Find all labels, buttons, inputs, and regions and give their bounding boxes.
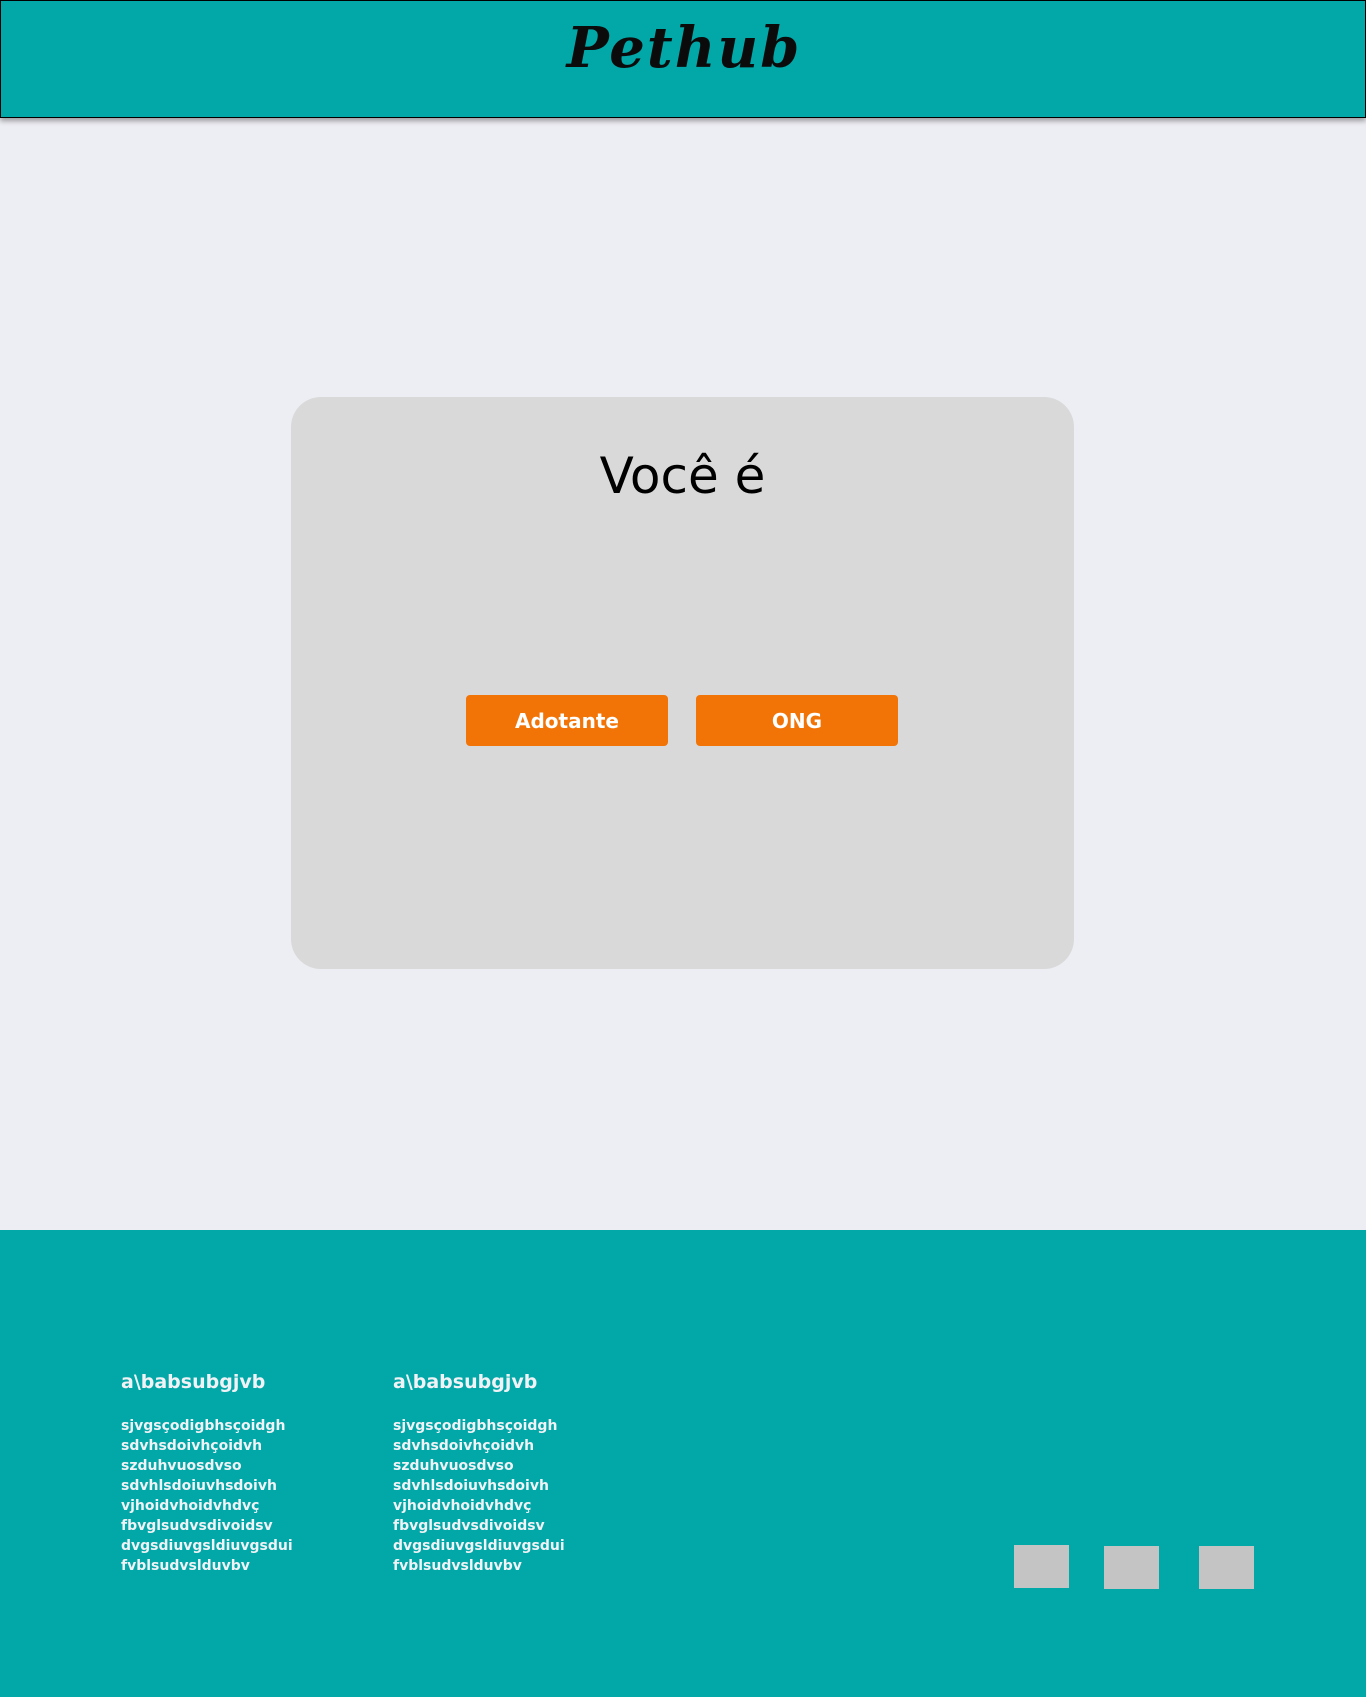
adotante-button[interactable]: Adotante	[466, 695, 668, 746]
footer-column-1: a\babsubgjvb sjvgsçodigbhsçoidgh sdvhsdo…	[121, 1370, 293, 1576]
footer-link[interactable]: sjvgsçodigbhsçoidgh	[121, 1416, 293, 1436]
user-type-card: Você é Adotante ONG	[291, 397, 1074, 969]
footer-link[interactable]: fbvglsudvsdivoidsv	[393, 1516, 565, 1536]
site-footer: a\babsubgjvb sjvgsçodigbhsçoidgh sdvhsdo…	[0, 1230, 1366, 1697]
footer-link[interactable]: sdvhsdoivhçoidvh	[393, 1436, 565, 1456]
footer-heading: a\babsubgjvb	[121, 1371, 266, 1393]
page: Pethub Você é Adotante ONG a\babsubgjvb …	[0, 0, 1366, 1697]
footer-link[interactable]: vjhoidvhoidvhdvç	[393, 1496, 565, 1516]
footer-link[interactable]: dvgsdiuvgsldiuvgsdui	[393, 1536, 565, 1556]
footer-link[interactable]: dvgsdiuvgsldiuvgsdui	[121, 1536, 293, 1556]
social-placeholder-icon[interactable]	[1014, 1545, 1069, 1588]
footer-column-2: a\babsubgjvb sjvgsçodigbhsçoidgh sdvhsdo…	[393, 1370, 565, 1576]
footer-link[interactable]: fbvglsudvsdivoidsv	[121, 1516, 293, 1536]
footer-link[interactable]: fvblsudvsldu​vbv	[121, 1556, 293, 1576]
footer-link[interactable]: sdvhlsdoiuvhsdoivh	[121, 1476, 293, 1496]
footer-heading: a\babsubgjvb	[393, 1371, 538, 1393]
site-header: Pethub	[0, 0, 1366, 118]
footer-link[interactable]: sdvhlsdoiuvhsdoivh	[393, 1476, 565, 1496]
footer-link[interactable]: sdvhsdoivhçoidvh	[121, 1436, 293, 1456]
social-placeholder-icon[interactable]	[1104, 1546, 1159, 1589]
footer-link[interactable]: sjvgsçodigbhsçoidgh	[393, 1416, 565, 1436]
footer-link[interactable]: fvblsudvsldu​vbv	[393, 1556, 565, 1576]
ong-button[interactable]: ONG	[696, 695, 898, 746]
footer-link[interactable]: vjhoidvhoidvhdvç	[121, 1496, 293, 1516]
social-placeholder-icon[interactable]	[1199, 1546, 1254, 1589]
footer-link[interactable]: szduhvuosdvso	[393, 1456, 565, 1476]
pethub-logo[interactable]: Pethub	[1, 15, 1366, 81]
footer-link[interactable]: szduhvuosdvso	[121, 1456, 293, 1476]
main-content: Você é Adotante ONG	[0, 118, 1366, 1230]
card-title: Você é	[599, 447, 766, 505]
